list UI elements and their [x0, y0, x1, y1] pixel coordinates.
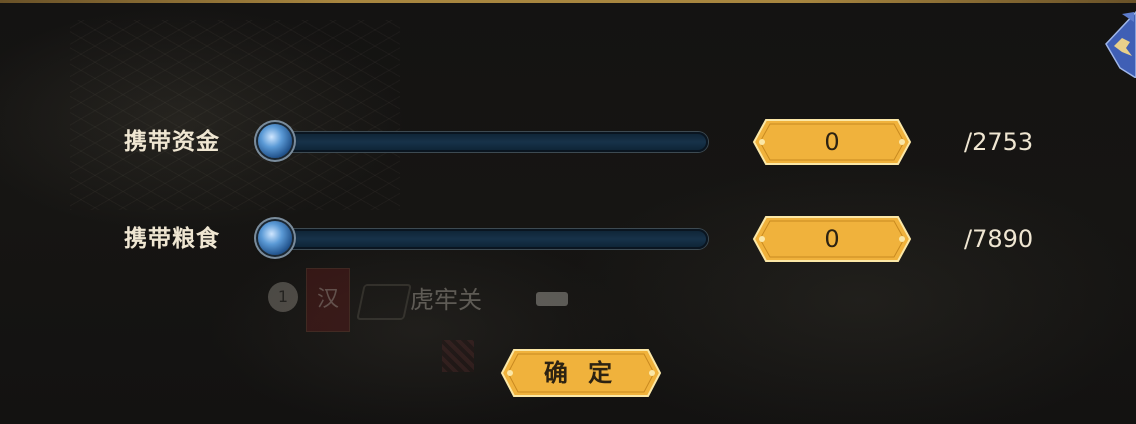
confirm-button[interactable]: 确 定 [500, 348, 662, 398]
background-faction-flag: 汉 [306, 268, 350, 332]
background-status-pill [536, 292, 568, 306]
funds-slider-knob[interactable] [258, 124, 292, 158]
funds-value-box[interactable]: 0 [752, 118, 912, 166]
background-coin-icon: 1 [268, 282, 298, 312]
panel-top-border [0, 0, 1136, 3]
food-label: 携带粮食 [124, 226, 220, 252]
food-value: 0 [824, 225, 840, 253]
funds-label: 携带资金 [124, 129, 220, 155]
food-slider-knob[interactable] [258, 221, 292, 255]
bird-flag-icon[interactable] [1100, 8, 1136, 79]
funds-row: 携带资金 0 /2753 [0, 118, 1136, 166]
background-city-name: 虎牢关 [410, 286, 482, 314]
confirm-label: 确 定 [543, 359, 619, 387]
food-value-box[interactable]: 0 [752, 215, 912, 263]
funds-slider-track[interactable] [270, 132, 708, 152]
food-max: /7890 [964, 225, 1034, 253]
background-unit-icon [442, 340, 474, 372]
food-row: 携带粮食 0 /7890 [0, 215, 1136, 263]
food-slider-track[interactable] [270, 229, 708, 249]
funds-max: /2753 [964, 128, 1034, 156]
background-map-texture [70, 20, 400, 210]
funds-value: 0 [824, 128, 840, 156]
